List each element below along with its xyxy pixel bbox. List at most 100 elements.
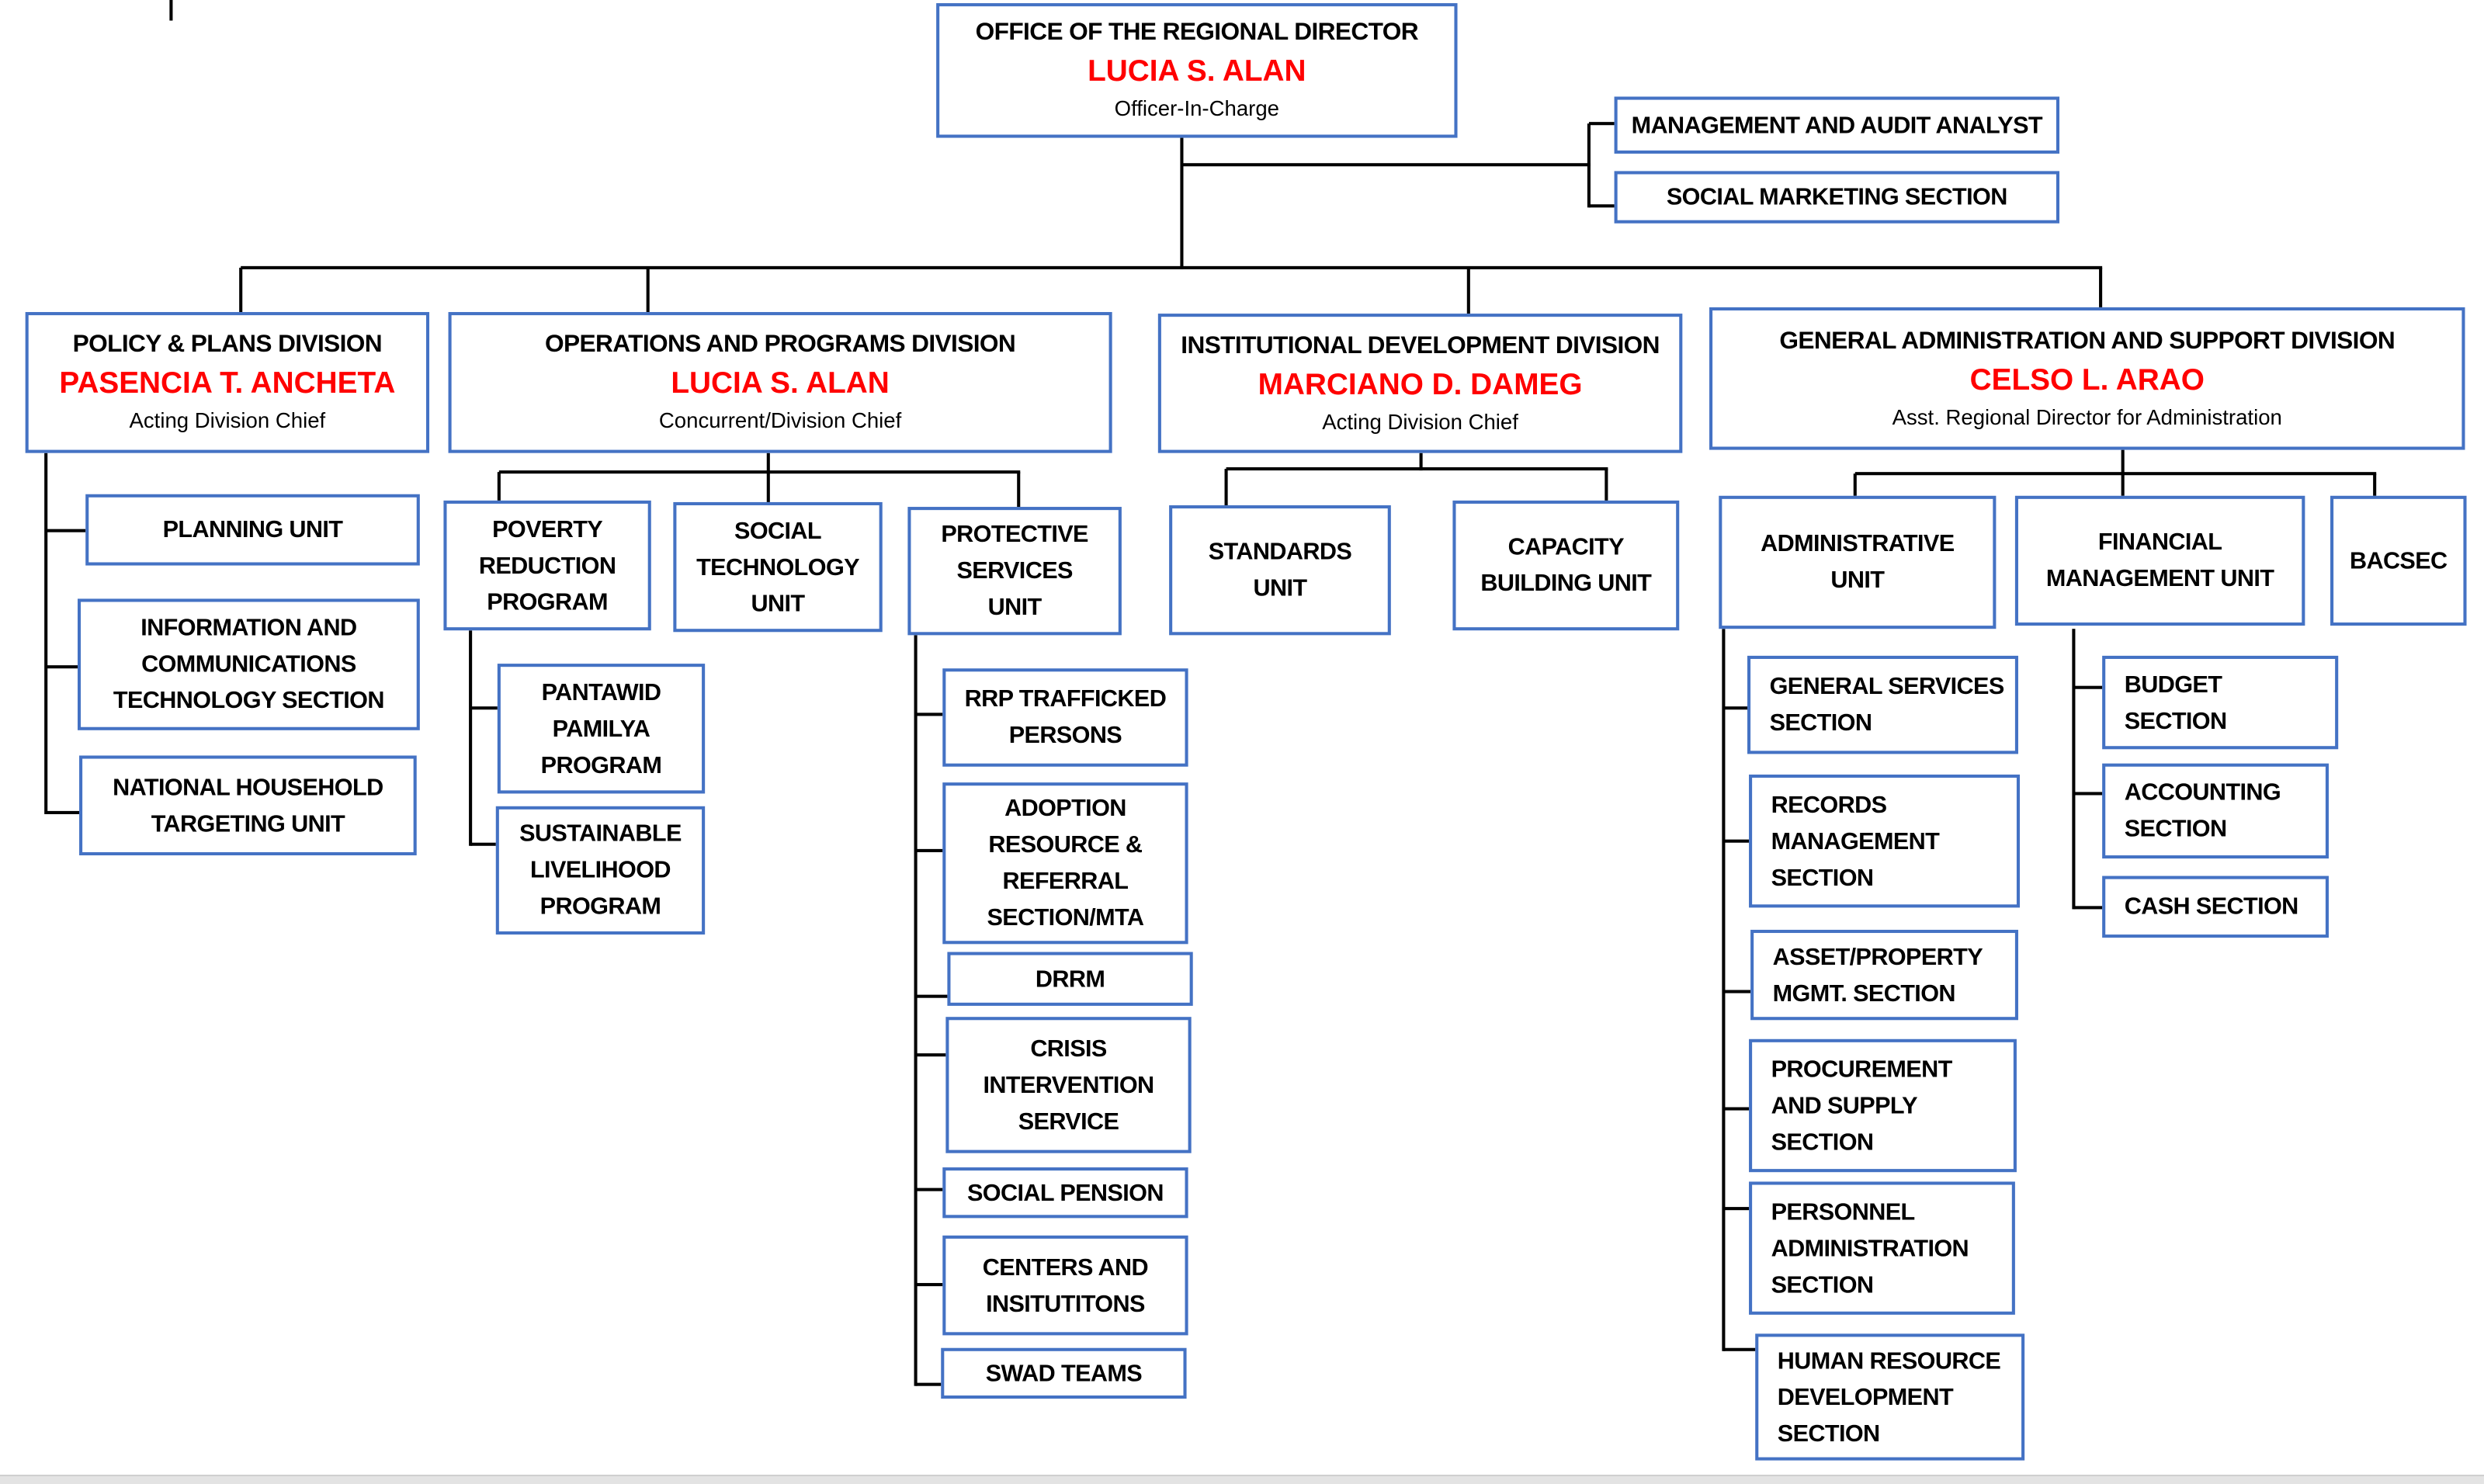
connector-line	[1722, 629, 1726, 1351]
connector-line	[915, 713, 945, 716]
connector-line	[1587, 123, 1591, 208]
inst-role: Acting Division Chief	[1322, 409, 1518, 434]
sustainable-label-line: LIVELIHOOD	[529, 857, 671, 884]
box-poverty: POVERTY REDUCTION PROGRAM	[443, 500, 651, 631]
box-policy: POLICY & PLANS DIVISION PASENCIA T. ANCHE…	[25, 312, 430, 453]
connector-line	[1723, 706, 1750, 710]
connector-line	[1466, 267, 1470, 316]
budget-label-line: SECTION	[2124, 707, 2227, 734]
records-label-line: RECORDS	[1771, 791, 1887, 819]
box-pantawid: PANTAWID PAMILYA PROGRAM	[497, 664, 706, 794]
connector-line	[1723, 839, 1751, 843]
box-procurement: PROCUREMENT AND SUPPLY SECTION	[1749, 1038, 2017, 1173]
org-chart: OFFICE OF THE REGIONAL DIRECTOR LUCIA S. …	[0, 0, 2484, 1484]
maa-label-line: MANAGEMENT AND AUDIT ANALYST	[1631, 111, 2043, 139]
adoption-label-line: REFERRAL	[1002, 868, 1129, 896]
window-bottom-edge	[0, 1474, 2484, 1484]
box-financial: FINANCIAL MANAGEMENT UNIT	[2014, 495, 2305, 626]
connector-line	[2099, 267, 2103, 309]
nhtu-label-line: NATIONAL HOUSEHOLD	[113, 773, 383, 801]
box-planning: PLANNING UNIT	[85, 494, 420, 566]
connector-line	[915, 994, 949, 998]
procurement-label-line: SECTION	[1771, 1129, 1874, 1156]
procurement-label-line: AND SUPPLY	[1771, 1092, 1918, 1119]
centers-label-line: CENTERS AND	[982, 1253, 1149, 1281]
personnel-label-line: SECTION	[1771, 1271, 1874, 1298]
standards-label-line: UNIT	[1253, 574, 1307, 602]
capacity-label-line: BUILDING UNIT	[1480, 570, 1652, 598]
box-accounting: ACCOUNTING SECTION	[2102, 763, 2329, 859]
box-maa: MANAGEMENT AND AUDIT ANALYST	[1614, 96, 2060, 154]
connector-line	[1605, 469, 1608, 502]
planning-label-line: PLANNING UNIT	[162, 516, 343, 543]
box-adoption: ADOPTION RESOURCE & REFERRAL SECTION/MTA	[942, 782, 1188, 945]
pantawid-label-line: PANTAWID	[541, 678, 661, 706]
nhtu-label-line: TARGETING UNIT	[151, 810, 345, 837]
box-cash: CASH SECTION	[2102, 875, 2329, 938]
box-sustainable: SUSTAINABLE LIVELIHOOD PROGRAM	[495, 806, 706, 935]
connector-line	[1588, 122, 1616, 126]
poverty-label-line: REDUCTION	[478, 552, 616, 579]
box-centers: CENTERS AND INSITUTITONS	[942, 1235, 1188, 1336]
connector-line	[915, 1382, 943, 1386]
admin-label-line: ADMINISTRATIVE	[1761, 530, 1955, 558]
connector-line	[2121, 449, 2125, 476]
ict-label-line: TECHNOLOGY SECTION	[113, 687, 385, 715]
box-pension: SOCIAL PENSION	[942, 1167, 1188, 1219]
policy-role: Acting Division Chief	[129, 408, 326, 433]
box-inst: INSTITUTIONAL DEVELOPMENT DIVISION MARCIA…	[1157, 314, 1683, 453]
accounting-label-line: SECTION	[2124, 816, 2227, 843]
box-budget: BUDGET SECTION	[2102, 655, 2339, 750]
sustainable-label-line: PROGRAM	[539, 893, 661, 921]
box-bacsec: BACSEC	[2330, 495, 2467, 626]
box-asset: ASSET/PROPERTY MGMT. SECTION	[1750, 929, 2018, 1021]
connector-line	[915, 1188, 945, 1191]
procurement-label-line: PROCUREMENT	[1771, 1056, 1953, 1083]
protective-label-line: UNIT	[987, 594, 1043, 621]
connector-line	[1723, 1347, 1757, 1351]
connector-line	[46, 665, 80, 669]
box-ict: INFORMATION AND COMMUNICATIONS TECHNOLOGY …	[77, 598, 420, 730]
ord-title: OFFICE OF THE REGIONAL DIRECTOR	[975, 19, 1419, 47]
gen-role: Asst. Regional Director for Administrati…	[1892, 404, 2282, 429]
ops-role: Concurrent/Division Chief	[658, 408, 902, 433]
connector-line	[498, 470, 1021, 474]
soctech-label-line: TECHNOLOGY	[696, 553, 859, 581]
accounting-label-line: ACCOUNTING	[2124, 779, 2281, 806]
poverty-label-line: PROGRAM	[487, 588, 608, 615]
connector-line	[1226, 467, 1608, 471]
connector-line	[1853, 473, 1857, 498]
box-ord: OFFICE OF THE REGIONAL DIRECTOR LUCIA S. …	[936, 3, 1458, 138]
connector-line	[1224, 469, 1228, 508]
box-crisis: CRISIS INTERVENTION SERVICE	[945, 1017, 1192, 1153]
poverty-label-line: POVERTY	[492, 515, 603, 543]
soctech-label-line: UNIT	[751, 590, 806, 617]
connector-line	[1854, 472, 2377, 476]
gss-label-line: GENERAL SERVICES	[1769, 673, 2005, 701]
inst-name: MARCIANO D. DAMEG	[1258, 368, 1583, 402]
capacity-label-line: CAPACITY	[1507, 533, 1625, 561]
connector-line	[1181, 163, 1591, 167]
drrm-label-line: DRRM	[1035, 965, 1105, 993]
box-drrm: DRRM	[947, 952, 1193, 1006]
ops-title: OPERATIONS AND PROGRAMS DIVISION	[545, 331, 1016, 359]
connector-line	[241, 265, 2103, 269]
box-ops: OPERATIONS AND PROGRAMS DIVISION LUCIA S.…	[448, 312, 1112, 453]
connector-line	[2073, 792, 2104, 796]
connector-line	[646, 267, 650, 314]
hrd-label-line: DEVELOPMENT	[1777, 1383, 1954, 1411]
connector-line	[914, 635, 918, 1386]
financial-label-line: MANAGEMENT UNIT	[2045, 565, 2274, 593]
connector-line	[1419, 452, 1423, 471]
connector-line	[915, 848, 945, 852]
asset-label-line: MGMT. SECTION	[1772, 980, 1956, 1007]
budget-label-line: BUDGET	[2124, 671, 2222, 698]
records-label-line: SECTION	[1771, 864, 1874, 891]
policy-name: PASENCIA T. ANCHETA	[59, 367, 396, 401]
pantawid-label-line: PAMILYA	[552, 715, 650, 743]
policy-title: POLICY & PLANS DIVISION	[72, 331, 383, 359]
records-label-line: MANAGEMENT	[1771, 827, 1940, 855]
financial-label-line: FINANCIAL	[2097, 529, 2222, 556]
connector-line	[1723, 1107, 1751, 1111]
sustainable-label-line: SUSTAINABLE	[519, 820, 682, 848]
